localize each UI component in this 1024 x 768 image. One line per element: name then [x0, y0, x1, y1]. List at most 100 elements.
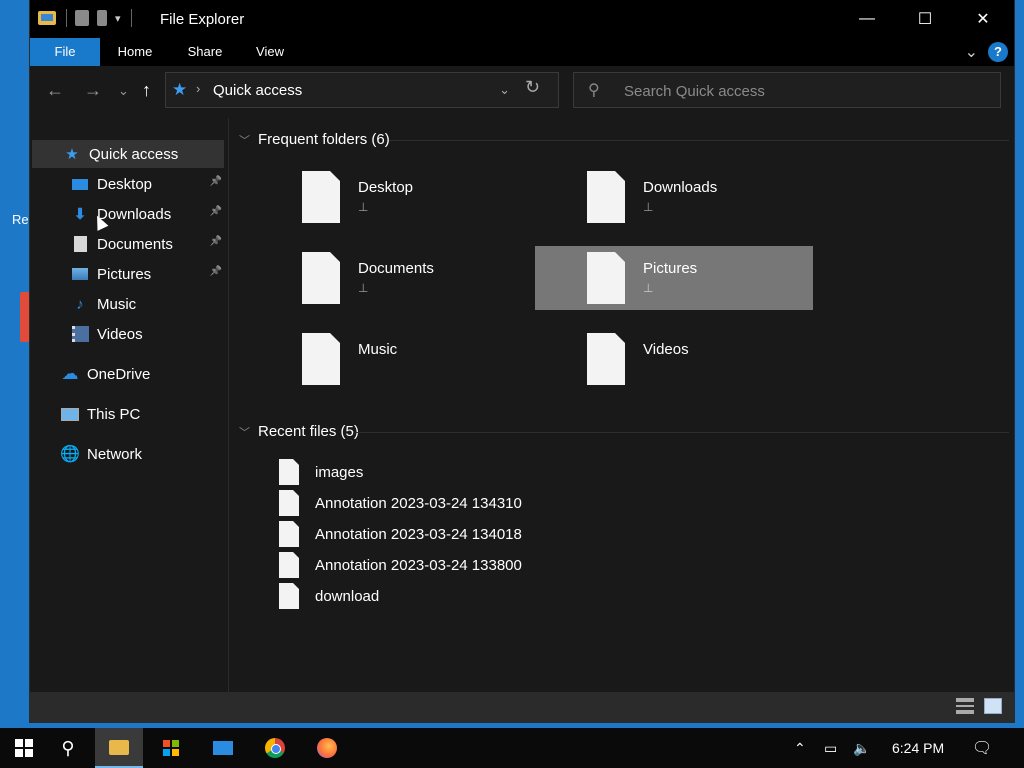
sidebar-item-label: Documents — [97, 235, 173, 253]
breadcrumb[interactable]: Quick access — [213, 82, 302, 99]
new-folder-quick-icon[interactable] — [97, 10, 107, 26]
volume-muted-icon[interactable]: 🔈 — [853, 740, 870, 757]
quick-access-star-icon: ★ — [172, 80, 188, 99]
folder-icon — [587, 252, 625, 304]
search-icon: ⚲ — [588, 82, 600, 99]
file-icon — [279, 552, 299, 578]
pin-icon: ⊥ — [358, 281, 369, 295]
pin-icon[interactable]: 📌 — [210, 236, 222, 247]
search-icon[interactable]: ⚲ — [44, 728, 92, 768]
network-icon: 🌐 — [60, 446, 80, 463]
sidebar-item-label: Pictures — [97, 265, 152, 283]
refresh-button[interactable]: ↻ — [525, 77, 540, 98]
network-status-icon[interactable]: ▭ — [824, 740, 837, 757]
clock[interactable]: 6:24 PM — [892, 740, 944, 756]
desktop-app-icon[interactable] — [20, 292, 30, 342]
sidebar-item-pictures[interactable]: Pictures 📌 — [32, 260, 224, 288]
collapse-chevron-icon[interactable]: ﹀ — [239, 424, 250, 440]
title-bar: ▾ File Explorer — ☐ ✕ — [30, 0, 1014, 38]
folder-name: Pictures — [643, 260, 698, 277]
sidebar-item-music[interactable]: ♪ Music — [32, 290, 224, 318]
folder-name: Documents — [358, 260, 434, 277]
close-button[interactable]: ✕ — [954, 0, 1012, 38]
chrome-icon[interactable] — [251, 728, 299, 768]
folder-app-icon — [38, 11, 56, 25]
up-button[interactable]: ↑ — [142, 80, 151, 101]
sidebar-item-onedrive[interactable]: ☁ OneDrive — [32, 360, 224, 388]
content-pane: ﹀ Frequent folders (6) Desktop ⊥ Downloa… — [229, 118, 1014, 692]
star-icon: ★ — [65, 146, 79, 163]
list-item[interactable]: download — [279, 581, 379, 611]
back-button[interactable]: ← — [46, 80, 64, 101]
folder-tile-documents[interactable]: Documents ⊥ — [250, 246, 528, 310]
sidebar-item-downloads[interactable]: ⬇ Downloads 📌 — [32, 200, 224, 228]
folder-icon — [302, 333, 340, 385]
firefox-icon[interactable] — [303, 728, 351, 768]
desktop-icon — [70, 174, 90, 194]
address-bar[interactable]: ★ › Quick access ⌄ — [165, 72, 559, 108]
download-arrow-icon: ⬇ — [73, 206, 87, 223]
customize-quick-access-icon[interactable]: ▾ — [115, 12, 121, 25]
pin-icon: ⊥ — [643, 281, 654, 295]
folder-tile-videos[interactable]: Videos — [535, 327, 813, 391]
sidebar-item-label: Videos — [97, 325, 143, 343]
store-icon[interactable] — [147, 728, 195, 768]
sidebar-item-network[interactable]: 🌐 Network — [32, 440, 224, 468]
file-explorer-icon[interactable] — [95, 728, 143, 768]
chevron-up-icon[interactable]: ⌃ — [794, 740, 806, 757]
address-dropdown-icon[interactable]: ⌄ — [499, 82, 510, 98]
list-item[interactable]: Annotation 2023-03-24 134018 — [279, 519, 522, 549]
pin-icon[interactable]: 📌 — [210, 176, 222, 187]
mail-icon[interactable] — [199, 728, 247, 768]
folder-icon — [587, 171, 625, 223]
collapse-chevron-icon[interactable]: ﹀ — [239, 132, 250, 148]
tab-share[interactable]: Share — [180, 38, 230, 66]
help-icon[interactable]: ? — [988, 42, 1008, 62]
file-icon — [279, 583, 299, 609]
sidebar-item-videos[interactable]: Videos — [32, 320, 224, 348]
navigation-bar: ← → ⌄ ↑ ★ › Quick access ⌄ ↻ ⚲ — [30, 66, 1014, 118]
music-note-icon: ♪ — [76, 295, 84, 313]
folder-tile-downloads[interactable]: Downloads ⊥ — [535, 165, 813, 229]
recent-locations-button[interactable]: ⌄ — [118, 83, 129, 99]
taskbar: ⚲ ⌃ ▭ 🔈 6:24 PM 🗨 — [0, 728, 1024, 768]
tab-file[interactable]: File — [30, 38, 100, 66]
sidebar-item-desktop[interactable]: Desktop 📌 — [32, 170, 224, 198]
divider — [130, 9, 132, 27]
file-name: images — [315, 463, 364, 481]
pin-icon[interactable]: 📌 — [210, 266, 222, 277]
large-icons-view-icon[interactable] — [984, 698, 1002, 714]
properties-quick-icon[interactable] — [75, 10, 89, 26]
start-icon[interactable] — [0, 728, 48, 768]
forward-button[interactable]: → — [84, 80, 102, 101]
folder-icon — [587, 333, 625, 385]
expand-ribbon-icon[interactable]: ⌄ — [965, 42, 978, 62]
sidebar-item-documents[interactable]: Documents 📌 — [32, 230, 224, 258]
search-box[interactable]: ⚲ — [573, 72, 1001, 108]
folder-tile-desktop[interactable]: Desktop ⊥ — [250, 165, 528, 229]
folder-tile-music[interactable]: Music — [250, 327, 528, 391]
file-explorer-window: ▾ File Explorer — ☐ ✕ File Home Share Vi… — [30, 0, 1014, 722]
pin-icon[interactable]: 📌 — [210, 206, 222, 217]
computer-icon — [60, 404, 80, 424]
notifications-icon[interactable]: 🗨 — [972, 738, 992, 758]
tab-view[interactable]: View — [248, 38, 292, 66]
tab-home[interactable]: Home — [110, 38, 160, 66]
maximize-button[interactable]: ☐ — [896, 0, 954, 38]
sidebar-item-quick-access[interactable]: ★ Quick access — [32, 140, 224, 168]
list-item[interactable]: Annotation 2023-03-24 133800 — [279, 550, 522, 580]
minimize-button[interactable]: — — [838, 0, 896, 38]
group-title: Recent files (5) — [258, 423, 359, 440]
list-item[interactable]: Annotation 2023-03-24 134310 — [279, 488, 522, 518]
folder-tile-pictures[interactable]: Pictures ⊥ — [535, 246, 813, 310]
group-header-frequent[interactable]: ﹀ Frequent folders (6) — [239, 131, 390, 148]
details-view-icon[interactable] — [956, 698, 974, 714]
list-item[interactable]: images — [279, 457, 363, 487]
group-header-recent[interactable]: ﹀ Recent files (5) — [239, 423, 359, 440]
breadcrumb-chevron-icon[interactable]: › — [196, 81, 200, 96]
status-bar — [30, 692, 1014, 722]
search-input[interactable] — [622, 79, 986, 103]
sidebar-item-this-pc[interactable]: This PC — [32, 400, 224, 428]
group-title: Frequent folders (6) — [258, 131, 390, 148]
sidebar-item-label: Downloads — [97, 205, 172, 223]
